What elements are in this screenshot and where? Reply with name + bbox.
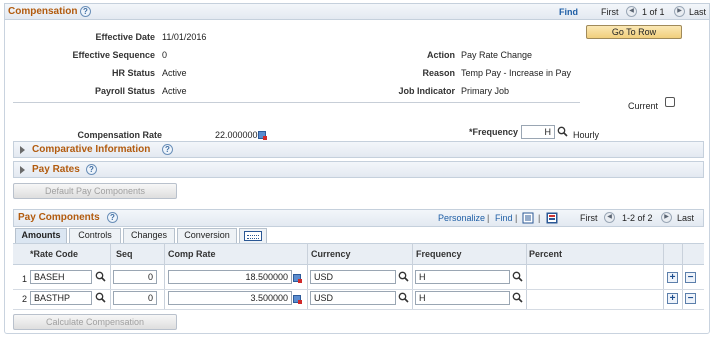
lookup-icon[interactable] [398,292,409,303]
lookup-icon[interactable] [557,126,568,137]
current-checkbox[interactable] [665,97,675,107]
paging-text: 1 of 1 [642,7,665,17]
delete-row-icon[interactable]: − [685,272,696,283]
add-row-icon[interactable]: + [667,293,678,304]
job-indicator-label: Job Indicator [398,86,455,96]
personalize-link[interactable]: Personalize [438,213,485,223]
column-currency[interactable]: Currency [311,249,351,259]
reason-label: Reason [422,68,455,78]
help-icon[interactable]: ? [107,212,118,223]
expand-arrow-icon[interactable] [20,146,25,154]
tab-amounts[interactable]: Amounts [15,228,67,243]
rate-code-input[interactable]: BASTHP [30,291,92,305]
comparative-information-section[interactable]: Comparative Information ? [13,141,704,158]
previous-icon[interactable]: ◀ [626,6,637,17]
add-row-icon[interactable]: + [667,272,678,283]
grid-header: *Rate Code Seq Comp Rate Currency Freque… [13,243,704,265]
first-label[interactable]: First [580,213,598,223]
comp-rate-value: 22.000000 [215,130,258,140]
tab-show-all[interactable] [239,228,267,243]
effective-date-value: 11/01/2016 [162,32,207,42]
column-percent[interactable]: Percent [529,249,562,259]
comparative-information-title[interactable]: Comparative Information [32,144,150,155]
pay-rates-section[interactable]: Pay Rates ? [13,161,704,178]
hr-status-label: HR Status [111,68,155,78]
last-label[interactable]: Last [677,213,694,223]
next-icon[interactable]: ▶ [674,6,685,17]
seq-input[interactable]: 0 [113,270,157,284]
currency-input[interactable]: USD [310,291,396,305]
help-icon[interactable]: ? [86,164,97,175]
frequency-input[interactable]: H [521,125,555,139]
job-indicator-value: Primary Job [461,86,510,96]
payroll-status-value: Active [162,86,187,96]
go-to-row-button[interactable]: Go To Row [586,25,682,39]
action-label: Action [427,50,455,60]
row-number: 2 [22,294,28,304]
show-all-columns-icon[interactable] [244,231,262,241]
pay-rates-title[interactable]: Pay Rates [32,164,80,175]
seq-input[interactable]: 0 [113,291,157,305]
tab-controls[interactable]: Controls [69,228,121,243]
lookup-icon[interactable] [512,271,523,282]
current-label: Current [628,101,659,111]
expand-arrow-icon[interactable] [20,166,25,174]
effective-sequence-label: Effective Sequence [72,50,155,60]
compensation-title: Compensation [8,6,78,17]
hr-status-value: Active [162,68,187,78]
comp-rate-input[interactable]: 18.500000 [168,270,292,284]
comp-rate-label: Compensation Rate [77,130,162,140]
previous-icon[interactable]: ◀ [604,212,615,223]
calculator-icon[interactable] [258,131,267,140]
action-value: Pay Rate Change [461,50,533,60]
lookup-icon[interactable] [95,271,106,282]
pay-components-title: Pay Components [18,212,100,223]
paging-text: 1-2 of 2 [622,213,653,223]
frequency-input[interactable]: H [415,291,510,305]
payroll-status-label: Payroll Status [94,86,155,96]
default-pay-components-button[interactable]: Default Pay Components [13,183,177,199]
calculator-icon[interactable] [293,295,302,304]
next-icon[interactable]: ▶ [661,212,672,223]
tab-conversion[interactable]: Conversion [177,228,237,243]
compensation-header: Compensation ? Find First ◀ 1 of 1 ▶ Las… [4,3,710,20]
frequency-label: *Frequency [468,127,518,137]
column-rate-code[interactable]: *Rate Code [30,249,78,259]
comp-rate-input[interactable]: 3.500000 [168,291,292,305]
reason-value: Temp Pay - Increase in Pay [461,68,572,78]
calculate-compensation-button[interactable]: Calculate Compensation [13,314,177,330]
row-number: 1 [22,274,28,284]
currency-input[interactable]: USD [310,270,396,284]
effective-date-label: Effective Date [95,32,155,42]
lookup-icon[interactable] [398,271,409,282]
column-frequency[interactable]: Frequency [416,249,462,259]
frequency-description: Hourly [573,130,600,140]
effective-sequence-value: 0 [162,50,168,60]
pay-components-header: Pay Components ? Personalize | Find | | … [13,209,704,227]
last-label[interactable]: Last [689,7,706,17]
frequency-input[interactable]: H [415,270,510,284]
delete-row-icon[interactable]: − [685,293,696,304]
first-label[interactable]: First [601,7,619,17]
download-icon[interactable] [546,212,558,224]
calculator-icon[interactable] [293,274,302,283]
help-icon[interactable]: ? [80,6,91,17]
view-all-icon[interactable] [522,212,534,224]
column-comp-rate[interactable]: Comp Rate [168,249,216,259]
help-icon[interactable]: ? [162,144,173,155]
column-seq[interactable]: Seq [116,249,133,259]
lookup-icon[interactable] [95,292,106,303]
rate-code-input[interactable]: BASEH [30,270,92,284]
divider [13,102,580,103]
find-link[interactable]: Find [495,213,513,223]
tab-changes[interactable]: Changes [123,228,175,243]
lookup-icon[interactable] [512,292,523,303]
find-link[interactable]: Find [559,7,578,17]
